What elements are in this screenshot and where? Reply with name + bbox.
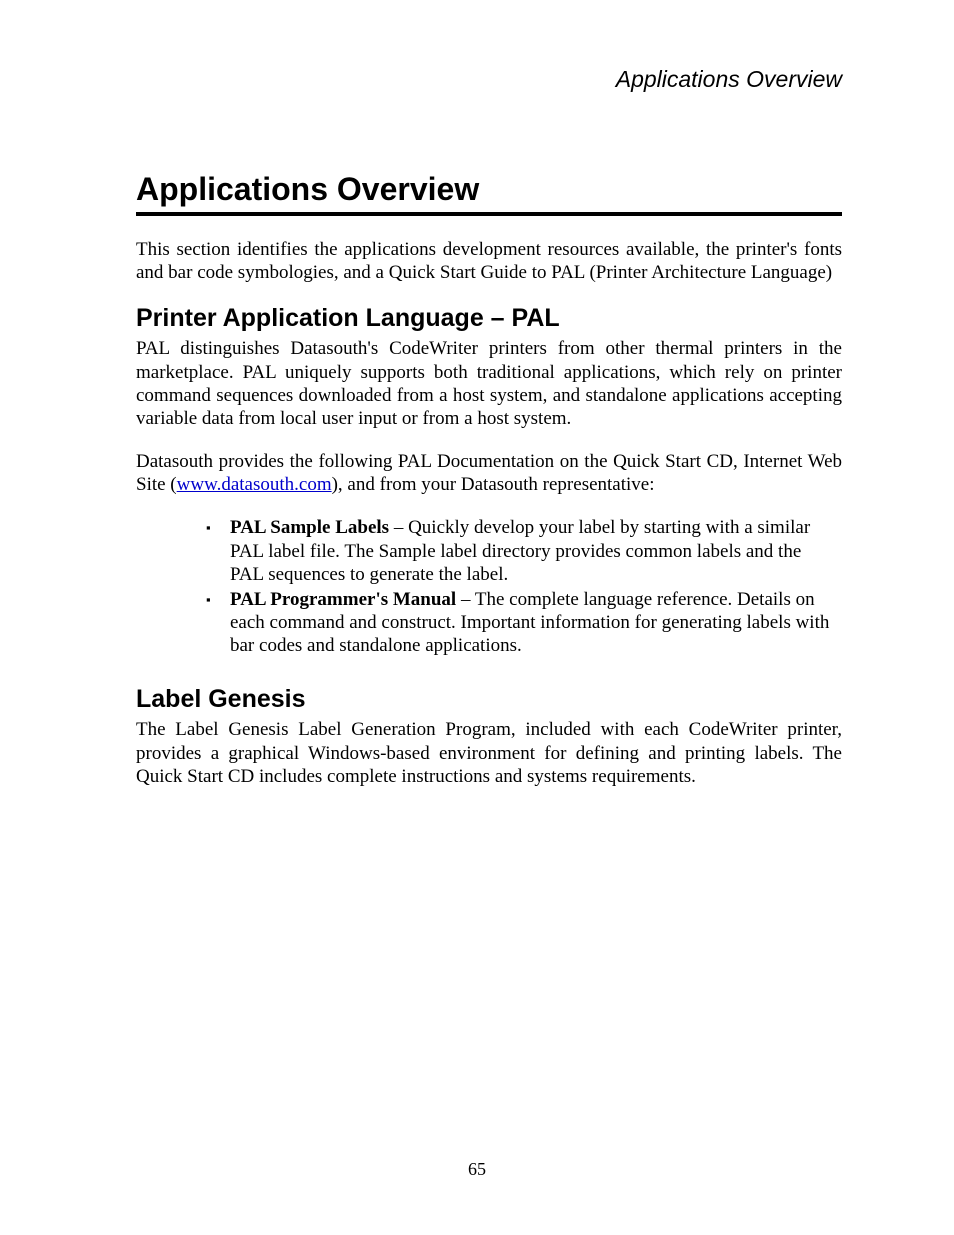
intro-paragraph: This section identifies the applications… bbox=[136, 238, 842, 284]
labelgenesis-paragraph: The Label Genesis Label Generation Progr… bbox=[136, 718, 842, 788]
pal-p2-text-b: ), and from your Datasouth representativ… bbox=[332, 474, 655, 495]
page-number: 65 bbox=[0, 1159, 954, 1180]
page-container: Applications Overview Applications Overv… bbox=[0, 0, 954, 788]
pal-paragraph-2: Datasouth provides the following PAL Doc… bbox=[136, 450, 842, 496]
running-header: Applications Overview bbox=[136, 66, 842, 93]
section-heading-pal: Printer Application Language – PAL bbox=[136, 304, 842, 333]
bullet-bold: PAL Sample Labels bbox=[230, 517, 389, 538]
list-item: PAL Programmer's Manual – The complete l… bbox=[206, 588, 832, 658]
section-heading-labelgenesis: Label Genesis bbox=[136, 685, 842, 714]
bullet-bold: PAL Programmer's Manual bbox=[230, 589, 456, 610]
chapter-title: Applications Overview bbox=[136, 171, 842, 216]
datasouth-link[interactable]: www.datasouth.com bbox=[177, 474, 332, 495]
pal-paragraph-1: PAL distinguishes Datasouth's CodeWriter… bbox=[136, 337, 842, 430]
list-item: PAL Sample Labels – Quickly develop your… bbox=[206, 516, 832, 586]
pal-bullet-list: PAL Sample Labels – Quickly develop your… bbox=[206, 516, 832, 657]
